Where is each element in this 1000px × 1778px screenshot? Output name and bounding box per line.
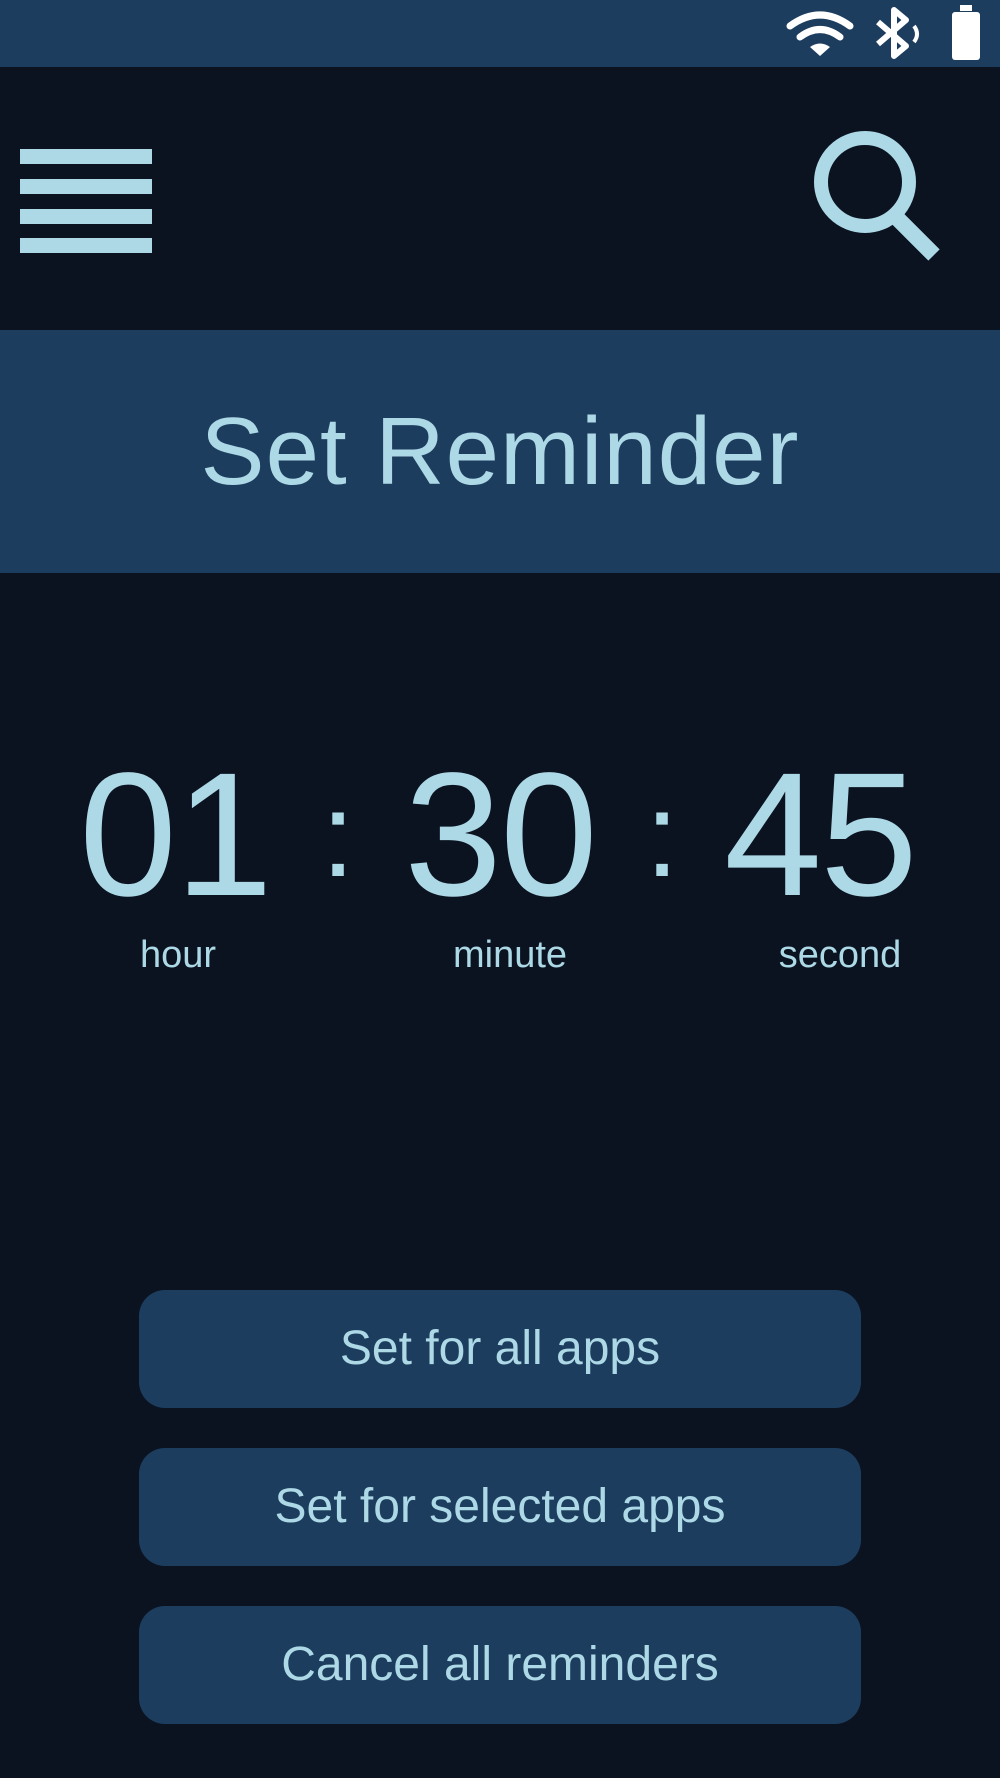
hour-value[interactable]: 01 [70,740,280,930]
cancel-all-reminders-button[interactable]: Cancel all reminders [139,1606,861,1724]
bluetooth-icon [876,7,919,59]
status-bar [0,0,1000,67]
set-for-all-apps-button[interactable]: Set for all apps [139,1290,861,1408]
search-button[interactable] [800,130,950,270]
menu-bar-line [20,209,152,224]
search-icon [814,131,940,261]
page-title: Set Reminder [200,398,800,505]
menu-bar-line [20,238,152,253]
menu-bar-line [20,149,152,164]
timer-display: 01 : 30 : 45 hour minute second [0,740,1000,990]
battery-icon [952,5,980,60]
second-label: second [778,934,902,976]
title-band: Set Reminder [0,330,1000,573]
time-separator: : [645,768,679,902]
minute-label: minute [452,934,568,976]
second-value[interactable]: 45 [715,740,925,930]
minute-value[interactable]: 30 [395,740,605,930]
time-separator: : [321,768,355,902]
wifi-icon [786,11,854,56]
hamburger-menu-icon[interactable] [14,137,158,257]
menu-bar-line [20,179,152,194]
hour-label: hour [139,934,217,976]
set-for-selected-apps-button[interactable]: Set for selected apps [139,1448,861,1566]
